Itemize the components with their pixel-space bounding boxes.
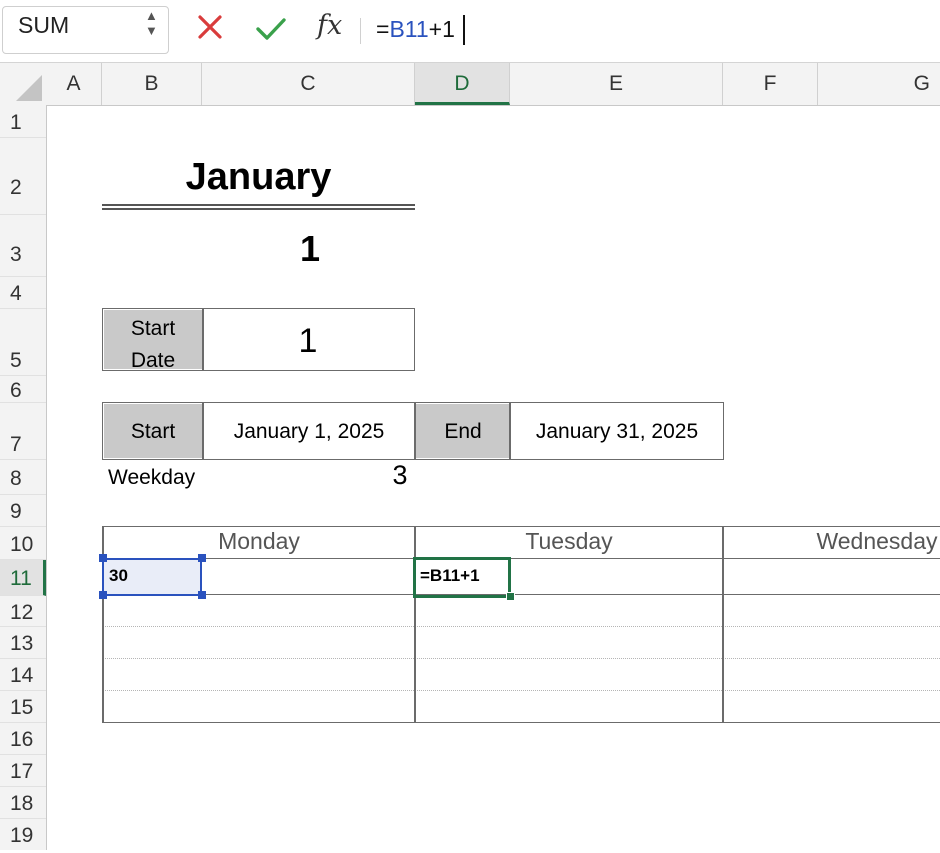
cell-d11-formula: =B11+1: [420, 566, 480, 585]
row-header-2[interactable]: 2: [0, 138, 46, 215]
row-header-3[interactable]: 3: [0, 215, 46, 277]
reference-handle-bottom-right[interactable]: [198, 591, 206, 599]
column-header-g[interactable]: G: [818, 63, 940, 105]
weekday-label: Weekday: [108, 466, 196, 489]
day-header-wednesday: Wednesday: [816, 528, 938, 554]
insert-function-icon[interactable]: fx: [317, 10, 342, 41]
row-headers: 1 2 3 4 5 6 7 8 9 10 11 12 13 14 15 16 1…: [0, 105, 47, 850]
select-all-triangle-icon: [16, 75, 42, 101]
row-header-12[interactable]: 12: [0, 596, 46, 627]
start-date-divider: [202, 309, 204, 370]
name-box-value: SUM: [18, 12, 70, 38]
formula-input[interactable]: =B11+1: [376, 16, 455, 43]
calendar-bottom-border: [102, 722, 940, 723]
day-header-tuesday: Tuesday: [525, 528, 613, 554]
name-box-dropdown-icon[interactable]: ▲ ▼: [145, 8, 158, 38]
row-header-6[interactable]: 6: [0, 376, 46, 403]
calendar-top-border: [102, 526, 940, 527]
calendar-divider-monday-tuesday: [414, 526, 416, 723]
enter-check-icon[interactable]: [255, 16, 287, 42]
column-header-a[interactable]: A: [46, 63, 102, 105]
title-underline-top: [102, 204, 415, 206]
row-header-13[interactable]: 13: [0, 627, 46, 659]
calendar-dotted-line: [102, 658, 940, 659]
column-header-c[interactable]: C: [202, 63, 415, 105]
start-date-label-line1: Start: [130, 317, 176, 340]
select-all-corner[interactable]: [0, 63, 46, 105]
start-value[interactable]: January 1, 2025: [204, 420, 414, 444]
start-date-label-line2: Date: [130, 349, 176, 372]
calendar-row-divider: [102, 594, 940, 595]
weekday-value[interactable]: 3: [380, 460, 420, 491]
start-date-label: Start Date: [104, 313, 202, 377]
row-header-15[interactable]: 15: [0, 691, 46, 723]
start-date-value[interactable]: 1: [268, 322, 348, 361]
column-header-e[interactable]: E: [510, 63, 723, 105]
row-header-1[interactable]: 1: [0, 105, 46, 138]
title-underline-bottom: [102, 208, 415, 210]
start-label: Start: [130, 420, 176, 443]
column-headers: A B C D E F G: [0, 63, 940, 106]
row-header-4[interactable]: 4: [0, 277, 46, 309]
row-header-16[interactable]: 16: [0, 723, 46, 755]
reference-handle-top-left[interactable]: [99, 554, 107, 562]
calendar-dotted-line: [102, 626, 940, 627]
formula-suffix: +1: [428, 16, 455, 42]
formula-cell-reference: B11: [389, 16, 429, 42]
formula-bar: SUM ▲ ▼ fx =B11+1: [0, 0, 940, 63]
row-header-10[interactable]: 10: [0, 527, 46, 560]
cell-b11-value: 30: [109, 566, 128, 585]
fill-handle[interactable]: [506, 592, 515, 601]
month-number: 1: [299, 228, 321, 269]
calendar-header-divider: [102, 558, 940, 559]
cancel-icon[interactable]: [197, 14, 223, 40]
row-header-11[interactable]: 11: [0, 560, 46, 596]
calendar-dotted-line: [102, 690, 940, 691]
row-header-17[interactable]: 17: [0, 755, 46, 787]
formula-prefix: =: [376, 16, 390, 42]
month-title: January: [185, 156, 332, 198]
row-header-8[interactable]: 8: [0, 460, 46, 495]
row-header-9[interactable]: 9: [0, 495, 46, 527]
reference-handle-bottom-left[interactable]: [99, 591, 107, 599]
row-header-18[interactable]: 18: [0, 787, 46, 819]
day-header-monday: Monday: [218, 528, 300, 554]
calendar-divider-tuesday-wednesday: [722, 526, 724, 723]
reference-handle-top-right[interactable]: [198, 554, 206, 562]
end-value[interactable]: January 31, 2025: [511, 420, 723, 444]
column-header-d[interactable]: D: [415, 63, 510, 105]
formula-bar-divider: [360, 18, 361, 44]
column-header-f[interactable]: F: [723, 63, 818, 105]
row-header-14[interactable]: 14: [0, 659, 46, 691]
column-header-b[interactable]: B: [102, 63, 202, 105]
row-header-7[interactable]: 7: [0, 403, 46, 460]
row-header-5[interactable]: 5: [0, 309, 46, 376]
text-caret: [463, 15, 465, 45]
row-header-19[interactable]: 19: [0, 819, 46, 850]
end-label: End: [444, 420, 482, 443]
